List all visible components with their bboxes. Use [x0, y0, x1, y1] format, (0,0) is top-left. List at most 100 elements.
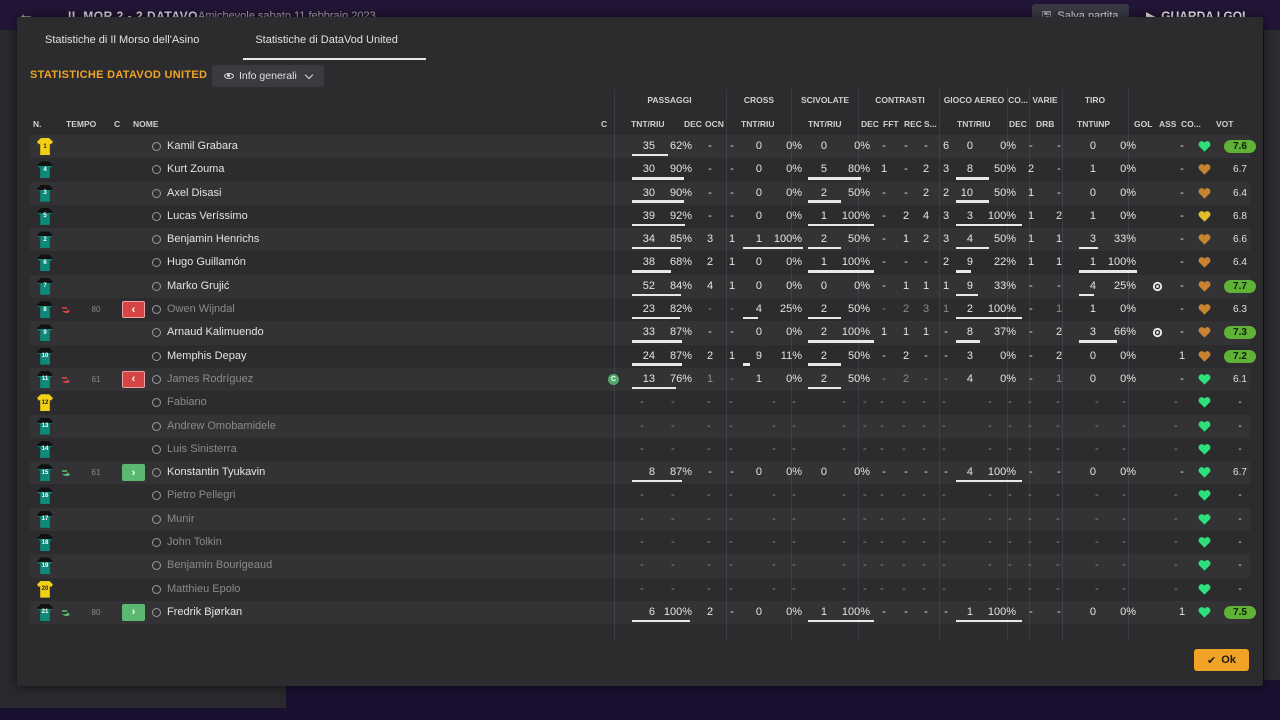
col-name[interactable]: NOME: [133, 119, 159, 129]
view-select[interactable]: Info generali: [212, 65, 324, 87]
table-row[interactable]: 19 Benjamin Bourigeaud - - - - - - - - - - - - - - - - - - -…: [30, 554, 1250, 577]
col-con-fft[interactable]: FFT: [883, 119, 899, 129]
col-cross-tnt[interactable]: TNT/RIU: [741, 119, 775, 129]
player-name[interactable]: Pietro Pellegri: [167, 484, 235, 507]
col-time[interactable]: TEMPO: [66, 119, 96, 129]
subbed-off-chevron-icon[interactable]: ‹: [122, 301, 145, 319]
dribbles: 2: [1055, 349, 1063, 362]
shirt-icon: 14: [37, 440, 53, 458]
table-row[interactable]: 10 Memphis Depay 24 87% 2 1 9 11% 2 50% -2- -3 0% -2 0…: [30, 345, 1256, 368]
cross-pct: 0%: [786, 186, 802, 199]
col-c2[interactable]: C: [601, 119, 607, 129]
table-row[interactable]: 7 Marko Grujić 52 84% 4 1 0 0% 0 0% -1 1 1 9 33% - -4 25%…: [30, 275, 1256, 298]
col-number[interactable]: N.: [33, 119, 42, 129]
captain-icon: C: [608, 373, 619, 385]
empty-stat: -: [729, 559, 733, 572]
contrast-stat: -: [924, 256, 928, 269]
table-row[interactable]: 6 Hugo Guillamón 38 68% 2 1 0 0% 1 100% - - -2 9 22% 1 1…: [30, 251, 1250, 274]
player-name[interactable]: Fredrik Bjørkan: [167, 601, 242, 624]
empty-stat: -: [863, 442, 867, 455]
table-row[interactable]: 2 Benjamin Henrichs 34 85% 3 1 1 100% 2 50% -1 2 3 4 5…: [30, 228, 1250, 251]
player-name[interactable]: Benjamin Henrichs: [167, 228, 259, 251]
table-row[interactable]: 12 Fabiano - - - - - - - - - - - - - - - - - - - -: [30, 391, 1250, 414]
player-name[interactable]: Andrew Omobamidele: [167, 415, 276, 438]
col-gol[interactable]: GOL: [1134, 119, 1152, 129]
tab-away-stats[interactable]: Statistiche di DataVod United: [227, 17, 427, 63]
table-row[interactable]: 18 John Tolkin - - - - - - - - - - - - - - - - - - - -: [30, 531, 1250, 554]
table-row[interactable]: 11 61 ‹ James Rodríguez C 13 76% 1-1 0% 2 50% -2- -4…: [30, 368, 1250, 391]
player-name[interactable]: Kamil Grabara: [167, 135, 238, 158]
table-row[interactable]: 20 Matthieu Epolo - - - - - - - - - - - - - - - - - - - -: [30, 578, 1250, 601]
morale-heart-icon: [1198, 583, 1211, 595]
table-row[interactable]: 3 Axel Disasi 30 90% - -0 0% 2 50% - -2 2 10 50% 1-0 0%…: [30, 182, 1250, 205]
cross-pct: 11%: [780, 349, 802, 362]
assists: -: [1180, 163, 1184, 176]
col-ass[interactable]: ASS: [1159, 119, 1176, 129]
table-row[interactable]: 13 Andrew Omobamidele - - - - - - - - - - - - - - - - - - - -: [30, 415, 1250, 438]
empty-stat: -: [1122, 419, 1126, 432]
player-name[interactable]: Kurt Zouma: [167, 158, 224, 181]
player-name[interactable]: John Tolkin: [167, 531, 222, 554]
player-name[interactable]: Axel Disasi: [167, 182, 221, 205]
empty-stat: -: [707, 419, 711, 432]
contrast-stat: -: [882, 140, 886, 152]
player-name[interactable]: Benjamin Bourigeaud: [167, 554, 272, 577]
col-air-tnt[interactable]: TNT/RIU: [957, 119, 991, 129]
player-name[interactable]: Konstantin Tyukavin: [167, 461, 265, 484]
table-row[interactable]: 16 Pietro Pellegri - - - - - - - - - - - - - - - - - - - -: [30, 484, 1250, 507]
subbed-off-chevron-icon[interactable]: ‹: [122, 370, 145, 388]
col-co-dec[interactable]: DEC: [1009, 119, 1027, 129]
empty-stat: -: [772, 489, 776, 502]
subbed-on-chevron-icon[interactable]: ›: [122, 464, 145, 482]
col-con-dec[interactable]: DEC: [861, 119, 879, 129]
shot-pct: 0%: [1120, 466, 1136, 479]
empty-stat: -: [863, 559, 867, 572]
player-name[interactable]: Arnaud Kalimuendo: [167, 321, 264, 344]
col-co[interactable]: CO...: [1181, 119, 1201, 129]
col-con-rec[interactable]: REC: [904, 119, 922, 129]
col-tack-tnt[interactable]: TNT/RIU: [808, 119, 842, 129]
table-row[interactable]: 4 Kurt Zouma 30 90% - -0 0% 5 80% 1-2 3 8 50% 2-1 0% -6…: [30, 158, 1250, 181]
empty-stat: -: [1008, 582, 1012, 595]
player-name[interactable]: Matthieu Epolo: [167, 578, 240, 601]
table-row[interactable]: 14 Luis Sinisterra - - - - - - - - - - - - - - - - - - - -: [30, 438, 1250, 461]
table-row[interactable]: 1 Kamil Grabara 35 62% - -0 0% 0 0% - - -6 0 0% - -0 0% -…: [30, 135, 1256, 158]
player-name[interactable]: James Rodríguez: [167, 368, 253, 391]
table-row[interactable]: 9 Arnaud Kalimuendo 33 87% - -0 0% 2 100% 1 1 1-8 37…: [30, 321, 1256, 344]
player-name[interactable]: Memphis Depay: [167, 345, 246, 368]
table-row[interactable]: 15 61 › Konstantin Tyukavin 8 87% - -0 0% 0 0% - - - -…: [30, 461, 1250, 484]
col-vot[interactable]: VOT: [1216, 119, 1233, 129]
col-pass-ocn[interactable]: OCN: [705, 119, 724, 129]
col-pass-tnt[interactable]: TNT/RIU: [631, 119, 665, 129]
empty-stat: -: [1095, 582, 1099, 595]
ok-button[interactable]: ✔ Ok: [1194, 649, 1249, 671]
col-con-s[interactable]: S...: [924, 119, 937, 129]
player-name[interactable]: Fabiano: [167, 391, 207, 414]
player-name[interactable]: Marko Grujić: [167, 275, 229, 298]
col-pass-dec[interactable]: DEC: [684, 119, 702, 129]
player-name[interactable]: Munir: [167, 508, 195, 531]
morale-heart-icon: [1198, 304, 1211, 315]
player-name[interactable]: Hugo Guillamón: [167, 251, 246, 274]
tab-home-stats[interactable]: Statistiche di Il Morso dell'Asino: [17, 17, 227, 63]
table-row[interactable]: 21 80 › Fredrik Bjørkan 6 100% 2-0 0% 1 100% - - - -1…: [30, 601, 1256, 624]
assists: -: [1180, 140, 1184, 152]
player-name[interactable]: Lucas Veríssimo: [167, 205, 248, 228]
table-row[interactable]: 5 Lucas Veríssimo 39 92% - -0 0% 1 100% -2 4 3 3 100%…: [30, 205, 1250, 228]
empty-stat: -: [640, 396, 644, 409]
col-drb[interactable]: DRB: [1036, 119, 1054, 129]
subbed-on-chevron-icon[interactable]: ›: [122, 603, 145, 621]
empty-stat: -: [922, 512, 926, 525]
empty-stat: -: [942, 442, 946, 455]
player-name[interactable]: Owen Wijndal: [167, 298, 235, 321]
contrast-stat: -: [924, 466, 928, 479]
table-row[interactable]: 17 Munir - - - - - - - - - - - - - - - - - - - -: [30, 508, 1250, 531]
pass-ocn: -: [730, 605, 734, 618]
player-name[interactable]: Luis Sinisterra: [167, 438, 237, 461]
col-c1[interactable]: C: [114, 119, 120, 129]
group-tiro: TIRO: [1084, 95, 1106, 105]
table-row[interactable]: 8 80 ‹ Owen Wijndal 23 82% - -4 25% 2 50% -2 3 1 2 100%…: [30, 298, 1250, 321]
shot-pct: 0%: [1120, 349, 1136, 362]
dribbles: 1: [1055, 372, 1063, 385]
col-shot[interactable]: TNT\INP: [1077, 119, 1110, 129]
